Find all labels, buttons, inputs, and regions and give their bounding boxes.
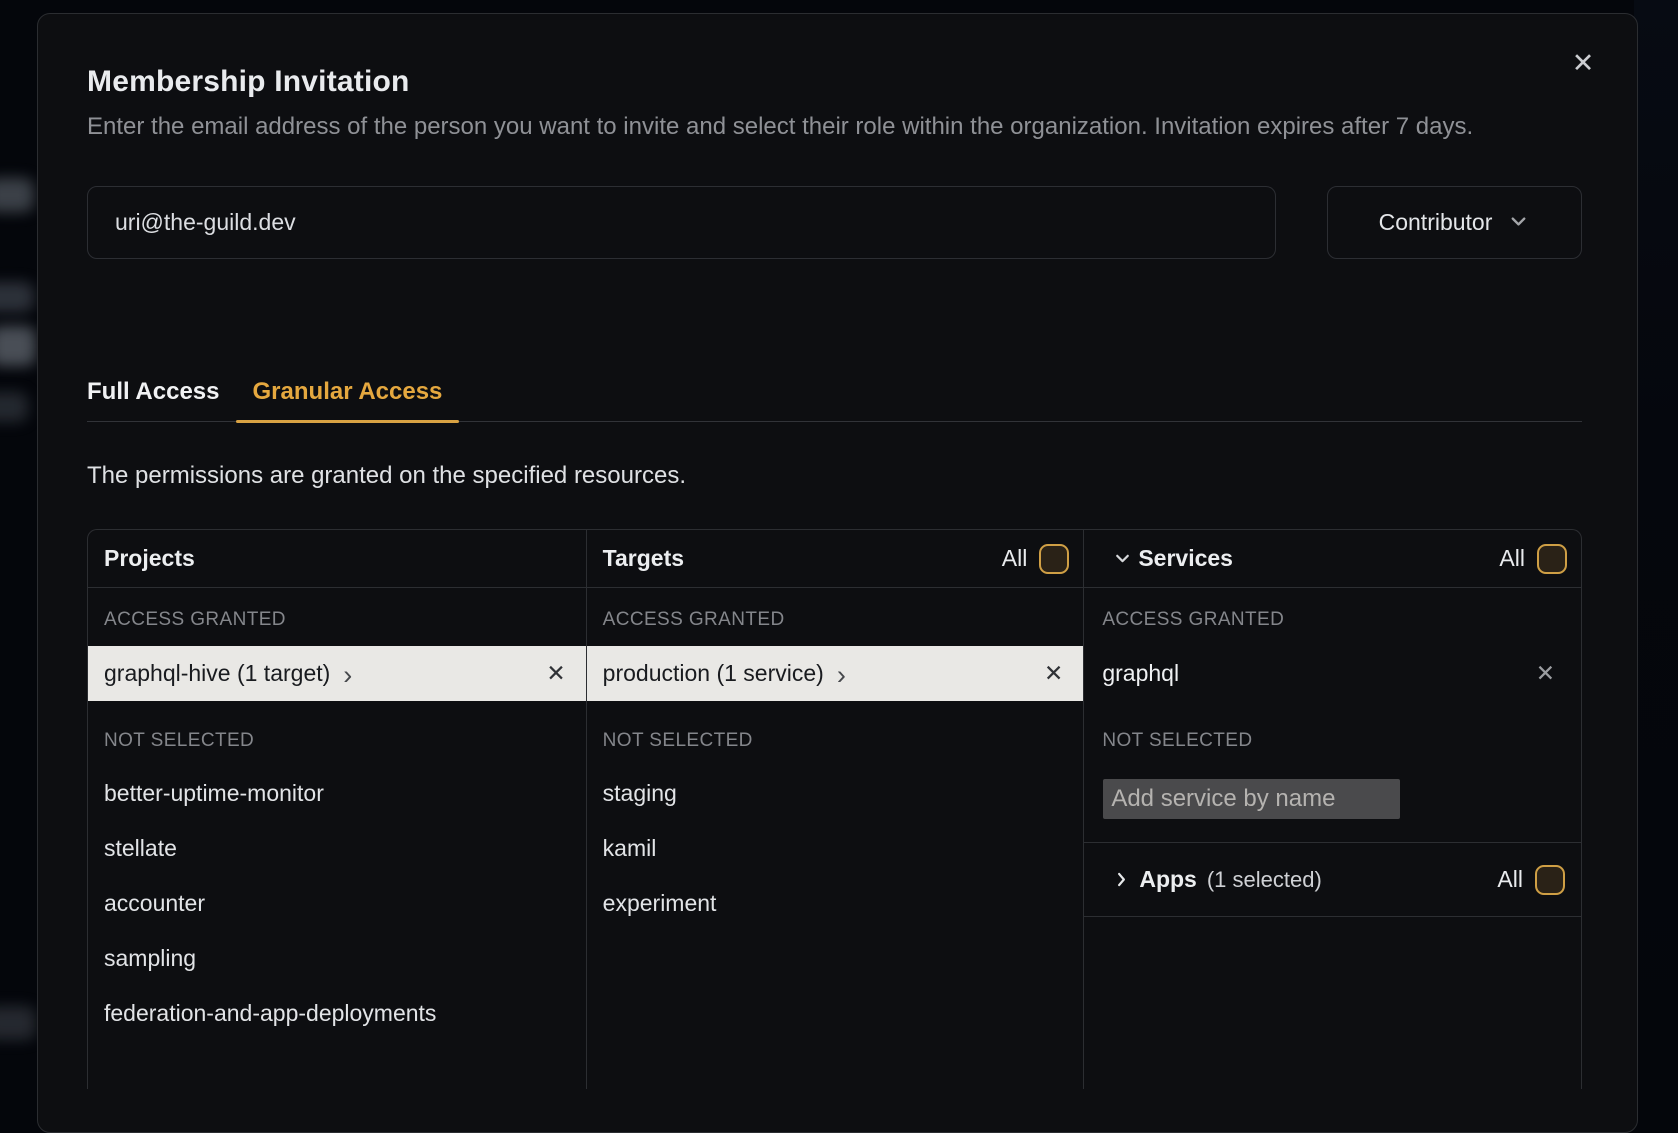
- email-field[interactable]: [87, 186, 1276, 259]
- tab-granular-access[interactable]: Granular Access: [236, 369, 460, 421]
- granted-service-name: graphql: [1102, 660, 1179, 687]
- tab-full-access[interactable]: Full Access: [87, 369, 220, 421]
- invite-form-row: Contributor: [87, 186, 1582, 259]
- membership-invitation-dialog: ✕ Membership Invitation Enter the email …: [37, 13, 1638, 1133]
- apps-selected-count: (1 selected): [1207, 867, 1322, 893]
- not-selected-label: NOT SELECTED: [1102, 729, 1581, 753]
- list-item[interactable]: kamil: [603, 821, 1084, 876]
- services-column: Services All ACCESS GRANTED graphql ✕ NO…: [1083, 530, 1581, 1089]
- list-item[interactable]: accounter: [104, 876, 586, 931]
- chevron-right-icon: [1112, 870, 1131, 889]
- page-title: Membership Invitation: [87, 64, 1582, 100]
- backdrop-blur-smudge: [0, 392, 28, 422]
- targets-column-header: Targets All: [587, 530, 1084, 588]
- targets-all-label: All: [1002, 545, 1028, 572]
- role-dropdown[interactable]: Contributor: [1327, 186, 1582, 259]
- list-item[interactable]: experiment: [603, 876, 1084, 931]
- backdrop-blur-smudge: [0, 178, 34, 212]
- access-granted-label: ACCESS GRANTED: [603, 608, 1084, 632]
- apps-section-row[interactable]: Apps (1 selected) All: [1084, 842, 1581, 917]
- close-icon[interactable]: ✕: [1567, 47, 1599, 79]
- apps-label: Apps: [1139, 866, 1197, 893]
- services-all-checkbox[interactable]: [1537, 544, 1567, 574]
- role-dropdown-value: Contributor: [1379, 209, 1493, 236]
- not-selected-label: NOT SELECTED: [104, 729, 586, 753]
- add-service-input[interactable]: [1103, 779, 1400, 819]
- services-all-label: All: [1499, 545, 1525, 572]
- projects-header-label: Projects: [104, 545, 195, 572]
- dialog-description: Enter the email address of the person yo…: [87, 108, 1582, 145]
- services-column-header[interactable]: Services All: [1084, 530, 1581, 588]
- granted-project-row[interactable]: graphql-hive (1 target) › ✕: [88, 646, 586, 701]
- targets-not-selected-list: staging kamil experiment: [603, 766, 1084, 931]
- apps-all-checkbox[interactable]: [1535, 865, 1565, 895]
- access-granted-label: ACCESS GRANTED: [104, 608, 586, 632]
- targets-all-checkbox[interactable]: [1039, 544, 1069, 574]
- list-item[interactable]: better-uptime-monitor: [104, 766, 586, 821]
- backdrop-blur-smudge: [0, 326, 36, 366]
- chevron-down-icon: [1507, 207, 1530, 239]
- chevron-right-icon: ›: [343, 665, 352, 685]
- remove-service-icon[interactable]: ✕: [1536, 660, 1555, 687]
- remove-project-icon[interactable]: ✕: [546, 660, 565, 687]
- projects-not-selected-list: better-uptime-monitor stellate accounter…: [104, 766, 586, 1041]
- access-tabs: Full Access Granular Access: [87, 369, 1582, 422]
- targets-header-label: Targets: [603, 545, 684, 572]
- resources-permission-table: Projects ACCESS GRANTED graphql-hive (1 …: [87, 529, 1582, 1089]
- remove-target-icon[interactable]: ✕: [1044, 660, 1063, 687]
- permissions-note: The permissions are granted on the speci…: [87, 464, 1582, 488]
- granted-service-row: graphql ✕: [1084, 646, 1581, 701]
- backdrop-blur-smudge: [0, 1006, 36, 1040]
- backdrop: [1634, 0, 1678, 1076]
- granted-target-row[interactable]: production (1 service) › ✕: [587, 646, 1084, 701]
- list-item[interactable]: federation-and-app-deployments: [104, 986, 586, 1041]
- access-granted-label: ACCESS GRANTED: [1102, 608, 1581, 632]
- granted-project-name: graphql-hive (1 target): [104, 660, 330, 687]
- list-item[interactable]: staging: [603, 766, 1084, 821]
- targets-column: Targets All ACCESS GRANTED production (1…: [586, 530, 1084, 1089]
- backdrop-blur-smudge: [0, 282, 34, 312]
- projects-column: Projects ACCESS GRANTED graphql-hive (1 …: [88, 530, 586, 1089]
- projects-column-header: Projects: [88, 530, 586, 588]
- services-header-label: Services: [1138, 545, 1233, 572]
- granted-target-name: production (1 service): [603, 660, 824, 687]
- chevron-right-icon: ›: [837, 665, 846, 685]
- list-item[interactable]: stellate: [104, 821, 586, 876]
- chevron-down-icon: [1112, 548, 1133, 569]
- not-selected-label: NOT SELECTED: [603, 729, 1084, 753]
- apps-all-label: All: [1497, 866, 1523, 893]
- list-item[interactable]: sampling: [104, 931, 586, 986]
